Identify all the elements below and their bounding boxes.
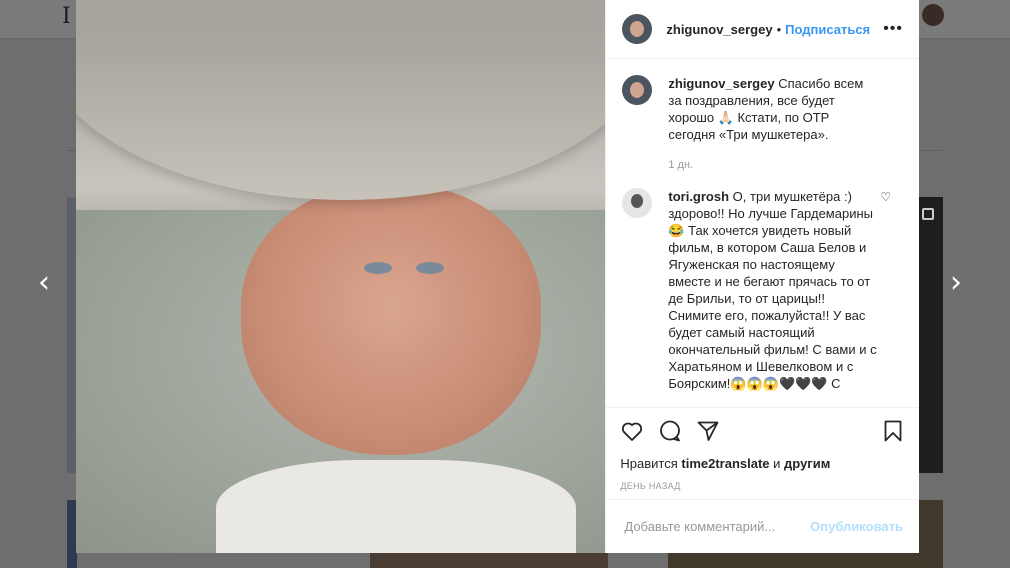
likes-middle: и bbox=[773, 456, 781, 471]
caption-body: zhigunov_sergey Спасибо всем за поздравл… bbox=[668, 75, 878, 174]
previous-post-button[interactable]: ‹ bbox=[38, 268, 50, 298]
photo-eye bbox=[416, 262, 444, 274]
bookmark-icon[interactable] bbox=[881, 419, 905, 443]
multiple-images-icon bbox=[922, 208, 934, 220]
post-side-panel: zhigunov_sergey • Подписаться ••• zhigun… bbox=[605, 0, 919, 553]
comment-body: tori.grosh О, три мушкетёра :) здорово!!… bbox=[668, 188, 878, 393]
comment-text: О, три мушкетёра :) здорово!! Но лучше Г… bbox=[668, 189, 877, 391]
share-icon[interactable] bbox=[696, 419, 720, 443]
separator-dot: • bbox=[776, 21, 782, 37]
likes-prefix: Нравится bbox=[620, 456, 678, 471]
photo-eye bbox=[364, 262, 392, 274]
likes-others-link[interactable]: другим bbox=[784, 456, 830, 471]
more-options-icon[interactable]: ••• bbox=[883, 20, 903, 38]
comment-like-icon[interactable]: ♡ bbox=[880, 190, 891, 204]
photo-blanket bbox=[216, 460, 576, 553]
comment-username[interactable]: tori.grosh bbox=[668, 189, 729, 204]
caption-time[interactable]: 1 дн. bbox=[668, 157, 878, 174]
profile-avatar[interactable] bbox=[922, 4, 944, 26]
comment-input[interactable] bbox=[622, 518, 811, 535]
liker-username[interactable]: time2translate bbox=[681, 456, 769, 471]
caption-username[interactable]: zhigunov_sergey bbox=[668, 76, 774, 91]
photo-shelf bbox=[76, 0, 606, 200]
author-avatar[interactable] bbox=[622, 14, 653, 44]
photo-face bbox=[241, 185, 541, 455]
next-post-button[interactable]: › bbox=[950, 268, 962, 298]
commenter-avatar[interactable] bbox=[622, 188, 653, 218]
action-icons bbox=[620, 418, 905, 444]
post-date[interactable]: ДЕНЬ НАЗАД bbox=[620, 481, 905, 491]
like-icon[interactable] bbox=[620, 419, 644, 443]
instagram-logo[interactable]: I bbox=[62, 4, 71, 29]
likes-summary: Нравится time2translate и другим bbox=[620, 456, 905, 471]
publish-button[interactable]: Опубликовать bbox=[810, 519, 903, 534]
caption-avatar[interactable] bbox=[622, 75, 653, 105]
author-username[interactable]: zhigunov_sergey bbox=[666, 22, 772, 37]
post-header: zhigunov_sergey • Подписаться ••• bbox=[606, 0, 919, 59]
comments-list[interactable]: zhigunov_sergey Спасибо всем за поздравл… bbox=[606, 59, 919, 407]
post-actions: Нравится time2translate и другим ДЕНЬ НА… bbox=[606, 407, 919, 499]
comment-item: tori.grosh О, три мушкетёра :) здорово!!… bbox=[622, 188, 903, 393]
follow-button[interactable]: Подписаться bbox=[785, 22, 870, 37]
background-post-tile bbox=[918, 197, 943, 473]
add-comment-bar: Опубликовать bbox=[606, 499, 919, 553]
caption: zhigunov_sergey Спасибо всем за поздравл… bbox=[622, 75, 903, 174]
comment-icon[interactable] bbox=[658, 419, 682, 443]
post-photo[interactable] bbox=[76, 0, 606, 553]
post-modal: zhigunov_sergey • Подписаться ••• zhigun… bbox=[76, 0, 919, 553]
